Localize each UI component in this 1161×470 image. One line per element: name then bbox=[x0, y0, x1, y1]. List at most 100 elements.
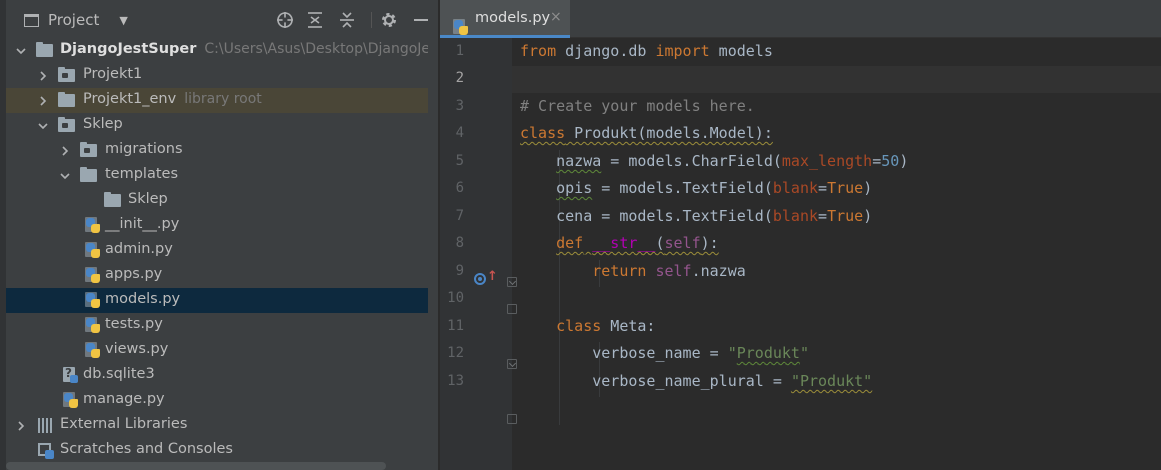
tree-item-label: views.py bbox=[105, 341, 169, 357]
chevron-right-icon[interactable] bbox=[58, 138, 72, 163]
line-number: 3 bbox=[455, 98, 464, 114]
chevron-right-icon[interactable] bbox=[36, 63, 50, 88]
tree-vertical-scrollbar[interactable] bbox=[428, 0, 438, 470]
param-name: max_length bbox=[781, 152, 873, 170]
chevron-down-icon[interactable]: ▼ bbox=[119, 14, 127, 27]
tree-item-tests-py[interactable]: tests.py bbox=[6, 313, 438, 338]
tree-item-manage-py[interactable]: manage.py bbox=[6, 388, 438, 413]
tree-item-apps-py[interactable]: apps.py bbox=[6, 263, 438, 288]
gear-icon[interactable] bbox=[378, 9, 400, 31]
tree-item-label: Scratches and Consoles bbox=[60, 441, 233, 457]
tree-item-views-py[interactable]: views.py bbox=[6, 338, 438, 363]
line-number: 1 bbox=[455, 43, 464, 59]
code-text: models bbox=[709, 42, 773, 60]
code-text: .nazwa bbox=[691, 262, 746, 280]
project-panel-header: Project ▼ bbox=[6, 0, 438, 38]
expand-all-icon[interactable] bbox=[304, 9, 326, 31]
tree-item-db-sqlite3[interactable]: ? db.sqlite3 bbox=[6, 363, 438, 388]
line-number: 13 bbox=[447, 373, 464, 389]
line-number: 4 bbox=[455, 125, 464, 141]
line-number: 2 bbox=[455, 70, 464, 86]
code-line-4: class Produkt(models.Model): bbox=[520, 120, 773, 147]
keyword: return bbox=[592, 262, 647, 280]
tree-item-label: Projekt1 bbox=[83, 66, 143, 82]
tree-item-name: Projekt1_env bbox=[83, 91, 177, 107]
tree-item-migrations[interactable]: migrations bbox=[6, 138, 438, 163]
tree-item-init-py[interactable]: __init__.py bbox=[6, 213, 438, 238]
code-text: = bbox=[872, 152, 882, 170]
folder-icon bbox=[58, 92, 75, 107]
chevron-down-icon[interactable] bbox=[58, 163, 72, 188]
chevron-right-icon[interactable] bbox=[14, 413, 28, 438]
project-view-selector[interactable]: Project ▼ bbox=[24, 9, 128, 31]
python-file-icon bbox=[84, 317, 102, 334]
python-file-icon bbox=[84, 242, 102, 259]
tab-label: models.py bbox=[475, 10, 551, 26]
folder-icon bbox=[80, 142, 97, 157]
project-tree: DjangoJestSuper C:\Users\Asus\Desktop\Dja… bbox=[6, 38, 438, 470]
tree-item-djangojestsuper[interactable]: DjangoJestSuper C:\Users\Asus\Desktop\Dja… bbox=[6, 38, 438, 63]
tree-item-label: DjangoJestSuper C:\Users\Asus\Desktop\Dja… bbox=[60, 41, 438, 57]
tree-item-templates-sklep[interactable]: Sklep bbox=[6, 188, 438, 213]
string-literal: Produkt bbox=[736, 344, 800, 362]
tree-item-sklep[interactable]: Sklep bbox=[6, 113, 438, 138]
project-panel-title: Project bbox=[48, 11, 100, 29]
tree-item-projekt1-env[interactable]: Projekt1_env library root bbox=[6, 88, 438, 113]
keyword: import bbox=[655, 42, 710, 60]
code-line-1: from django.db import models bbox=[520, 38, 773, 65]
folder-icon bbox=[58, 67, 75, 82]
code-line-5: nazwa = models.CharField(max_length=50) bbox=[520, 148, 908, 175]
tree-item-scratches[interactable]: Scratches and Consoles bbox=[6, 438, 438, 463]
keyword: from bbox=[520, 42, 557, 60]
code-text: verbose_name_plural = bbox=[520, 372, 791, 390]
folder-icon bbox=[36, 42, 53, 57]
code-area[interactable]: from django.db import models # Create yo… bbox=[512, 38, 1161, 470]
code-line-6: opis = models.TextField(blank=True) bbox=[520, 175, 872, 202]
code-text: = bbox=[818, 207, 828, 225]
tree-item-label: admin.py bbox=[105, 241, 173, 257]
keyword: True bbox=[827, 179, 864, 197]
python-file-icon bbox=[84, 342, 102, 359]
variable: cena bbox=[556, 207, 593, 225]
tab-models-py[interactable]: models.py × bbox=[440, 0, 570, 38]
folder-icon bbox=[104, 192, 121, 207]
python-file-icon bbox=[62, 392, 80, 409]
tree-item-templates[interactable]: templates bbox=[6, 163, 438, 188]
collapse-all-icon[interactable] bbox=[336, 9, 358, 31]
chevron-right-icon[interactable] bbox=[36, 88, 50, 113]
tree-item-name: DjangoJestSuper bbox=[60, 41, 197, 57]
scratches-icon bbox=[37, 442, 55, 459]
tree-item-label: Projekt1_env library root bbox=[83, 91, 262, 107]
close-icon[interactable]: × bbox=[550, 9, 562, 25]
keyword: True bbox=[827, 207, 864, 225]
tree-item-models-py[interactable]: models.py bbox=[6, 288, 438, 313]
tree-item-label: __init__.py bbox=[105, 216, 180, 232]
tree-item-external-libraries[interactable]: External Libraries bbox=[6, 413, 438, 438]
variable: nazwa bbox=[556, 152, 602, 170]
override-method-icon[interactable]: ↑ bbox=[474, 269, 498, 285]
param-name: blank bbox=[772, 179, 819, 197]
string-quote: " bbox=[799, 344, 809, 362]
tree-item-label: apps.py bbox=[105, 266, 163, 282]
code-text: django.db bbox=[556, 42, 656, 60]
chevron-down-icon[interactable] bbox=[36, 113, 50, 138]
code-line-8: def __str__(self): bbox=[520, 230, 719, 257]
code-text: ): bbox=[700, 234, 719, 252]
code-text: = models.CharField( bbox=[601, 152, 782, 170]
chevron-down-icon[interactable] bbox=[14, 38, 28, 63]
tree-item-admin-py[interactable]: admin.py bbox=[6, 238, 438, 263]
tree-item-projekt1[interactable]: Projekt1 bbox=[6, 63, 438, 88]
locate-icon[interactable] bbox=[274, 9, 296, 31]
current-line-highlight bbox=[512, 66, 1161, 93]
tree-horizontal-scrollbar[interactable] bbox=[6, 462, 386, 470]
string-quote: " bbox=[727, 344, 737, 362]
tree-item-label: External Libraries bbox=[60, 416, 188, 432]
code-text: ) bbox=[863, 207, 873, 225]
project-window-icon bbox=[24, 13, 39, 27]
code-line-11: class Meta: bbox=[520, 313, 655, 340]
line-number: 6 bbox=[455, 180, 464, 196]
tree-item-label: Sklep bbox=[83, 116, 123, 132]
